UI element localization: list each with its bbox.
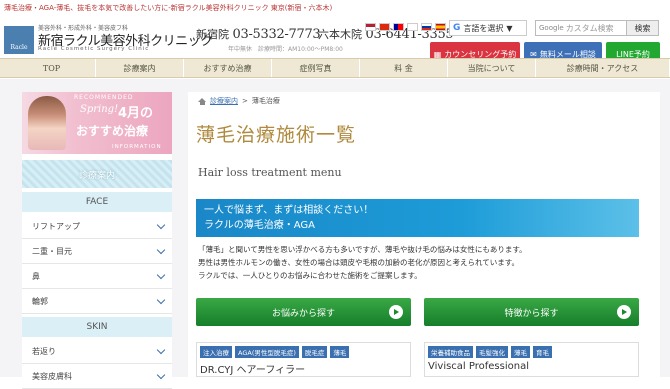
clinic-hours: 年中無休 診療時間：AM10:00〜PM8:00 bbox=[228, 46, 343, 53]
tag[interactable]: 栄養補助食品 bbox=[428, 346, 473, 358]
tag-list: 栄養補助食品 毛髪強化 薄毛 育毛 bbox=[428, 346, 635, 358]
tel-shinjuku[interactable]: 新宿院 03-5332-7773 bbox=[196, 26, 321, 42]
search-google-label: Google bbox=[539, 24, 564, 32]
intro-line: 男性は男性ホルモンの働き、女性の場合は頭皮や毛根の加齢の老化が原因と考えられてい… bbox=[198, 258, 519, 267]
arrow-right-icon bbox=[617, 305, 631, 319]
banner-spring: Spring! bbox=[80, 104, 119, 115]
ru-flag-icon[interactable] bbox=[421, 23, 432, 31]
chevron-down-icon bbox=[156, 270, 166, 280]
tag[interactable]: 薄毛 bbox=[330, 346, 350, 358]
sidebar-item-contour[interactable]: 輪郭 bbox=[22, 290, 172, 314]
nav-recommended[interactable]: おすすめ治療 bbox=[184, 59, 272, 77]
banner-title: おすすめ治療 bbox=[76, 124, 149, 138]
tag[interactable]: 薄毛 bbox=[511, 346, 530, 358]
sidebar-item-label: 若返り bbox=[32, 347, 56, 356]
tw-flag-icon[interactable] bbox=[393, 23, 404, 31]
tag[interactable]: AGA(男性型脱毛症) bbox=[235, 346, 299, 358]
cn-flag-icon[interactable] bbox=[379, 23, 390, 31]
feature-button-label: 特徴から探す bbox=[504, 308, 559, 319]
page-subtitle: Hair loss treatment menu bbox=[198, 166, 342, 179]
sidebar-item-liftup[interactable]: リフトアップ bbox=[22, 215, 172, 239]
tag[interactable]: 脱毛症 bbox=[301, 346, 328, 358]
treatment-card[interactable]: 注入治療 AGA(男性型脱毛症) 脱毛症 薄毛 DR.CYJ ヘアーフィラー bbox=[196, 342, 411, 377]
sidebar-category-face: FACE bbox=[22, 192, 172, 212]
chevron-down-icon bbox=[156, 295, 166, 305]
search-button[interactable]: 検索 bbox=[626, 21, 658, 35]
banner-information: INFORMATION bbox=[112, 144, 162, 150]
clinic-logo[interactable]: Racle bbox=[4, 26, 34, 54]
banner-recommended: RECOMMENDED bbox=[74, 94, 134, 101]
sidebar-item-rejuvenation[interactable]: 若返り bbox=[22, 340, 172, 364]
nav-price[interactable]: 料 金 bbox=[360, 59, 448, 77]
chevron-down-icon bbox=[156, 245, 166, 255]
page-title: 薄毛治療施術一覧 bbox=[196, 124, 357, 146]
site-search: Google カスタム検索 検索 bbox=[535, 20, 659, 36]
highlight-line-1: 一人で悩まず、まずは相談ください！ bbox=[204, 205, 374, 216]
banner-model-image bbox=[28, 96, 66, 150]
sidebar-item-label: 鼻 bbox=[32, 272, 40, 281]
sidebar-item-label: リフトアップ bbox=[32, 222, 80, 231]
breadcrumb-services[interactable]: 診療案内 bbox=[210, 96, 238, 106]
breadcrumb: 診療案内 > 薄毛治療 bbox=[198, 96, 280, 106]
tag[interactable]: 毛髪強化 bbox=[476, 346, 508, 358]
sidebar-item-label: 二重・目元 bbox=[32, 247, 72, 256]
chevron-down-icon: ▼ bbox=[506, 23, 513, 33]
sidebar-category-skin: SKIN bbox=[22, 317, 172, 337]
tag-list: 注入治療 AGA(男性型脱毛症) 脱毛症 薄毛 bbox=[200, 346, 407, 358]
tag[interactable]: 育毛 bbox=[533, 346, 552, 358]
search-by-worry-button[interactable]: お悩みから探す bbox=[196, 298, 411, 326]
sidebar-item-eyes[interactable]: 二重・目元 bbox=[22, 240, 172, 264]
site-header: Racle 美容外科・形成外科・美容皮フ科 新宿ラクル美容外科クリニック Rac… bbox=[0, 14, 670, 66]
nav-about[interactable]: 当院について bbox=[448, 59, 536, 77]
nav-top[interactable]: TOP bbox=[8, 59, 96, 77]
intro-text: 「薄毛」と聞いて男性を思い浮かべる方も多いですが、薄毛や抜け毛の悩みは女性にもあ… bbox=[198, 243, 527, 282]
clinic-name-en: Racle Cosmetic Surgery Clinic bbox=[38, 46, 150, 52]
highlight-line-2: ラクルの薄毛治療・AGA bbox=[204, 220, 315, 231]
tel-shinjuku-label: 新宿院 bbox=[196, 28, 229, 41]
main-content: 診療案内 > 薄毛治療 薄毛治療施術一覧 Hair loss treatment… bbox=[188, 92, 660, 377]
google-g-icon: G bbox=[453, 23, 461, 33]
nav-cases[interactable]: 症例写真 bbox=[272, 59, 360, 77]
chevron-down-icon bbox=[156, 220, 166, 230]
sidebar: RECOMMENDED Spring! 4月の おすすめ治療 INFORMATI… bbox=[22, 92, 172, 389]
treatment-name[interactable]: Viviscal Professional bbox=[428, 361, 635, 372]
arrow-right-icon bbox=[389, 305, 403, 319]
language-flags bbox=[365, 23, 446, 31]
tel-roppongi-label: 六本木院 bbox=[318, 28, 362, 41]
breadcrumb-current: 薄毛治療 bbox=[251, 97, 280, 105]
es-flag-icon[interactable] bbox=[435, 23, 446, 31]
nav-access[interactable]: 診療時間・アクセス bbox=[536, 59, 670, 77]
intro-line: 「薄毛」と聞いて男性を思い浮かべる方も多いですが、薄毛や抜け毛の悩みは女性にもあ… bbox=[198, 245, 527, 254]
search-input[interactable]: Google カスタム検索 bbox=[536, 21, 626, 35]
breadcrumb-separator: > bbox=[242, 97, 248, 105]
translate-select[interactable]: G 言語を選択 ▼ bbox=[449, 20, 527, 36]
nav-services[interactable]: 診療案内 bbox=[96, 59, 184, 77]
banner-month: 4月の bbox=[118, 106, 154, 121]
home-icon[interactable] bbox=[198, 97, 206, 105]
treatment-card[interactable]: 栄養補助食品 毛髪強化 薄毛 育毛 Viviscal Professional bbox=[424, 342, 639, 377]
intro-line: ラクルでは、一人ひとりのお悩みに合わせた施術をご提案します。 bbox=[198, 271, 422, 280]
consult-highlight-box: 一人で悩まず、まずは相談ください！ ラクルの薄毛治療・AGA bbox=[196, 199, 639, 237]
sidebar-item-nose[interactable]: 鼻 bbox=[22, 265, 172, 289]
global-nav: TOP 診療案内 おすすめ治療 症例写真 料 金 当院について 診療時間・アクセ… bbox=[0, 58, 670, 78]
tel-shinjuku-number: 03-5332-7773 bbox=[232, 27, 321, 42]
worry-button-label: お悩みから探す bbox=[271, 308, 335, 319]
sidebar-item-label: 輪郭 bbox=[32, 297, 48, 306]
search-by-feature-button[interactable]: 特徴から探す bbox=[424, 298, 639, 326]
recommended-banner[interactable]: RECOMMENDED Spring! 4月の おすすめ治療 INFORMATI… bbox=[22, 92, 172, 154]
sidebar-item-dermatology[interactable]: 美容皮膚科 bbox=[22, 365, 172, 389]
page-tagline: 薄毛治療・AGA-薄毛、抜毛を本気で改善したい方に-新宿ラクル美容外科クリニック… bbox=[0, 0, 670, 14]
kr-flag-icon[interactable] bbox=[407, 23, 418, 31]
us-flag-icon[interactable] bbox=[365, 23, 376, 31]
sidebar-menu-heading: 診療案内 bbox=[22, 160, 172, 188]
translate-label: 言語を選択 bbox=[463, 23, 504, 33]
chevron-down-icon bbox=[156, 345, 166, 355]
treatment-name[interactable]: DR.CYJ ヘアーフィラー bbox=[200, 361, 407, 376]
tag[interactable]: 注入治療 bbox=[200, 346, 232, 358]
chevron-down-icon bbox=[156, 370, 166, 380]
search-placeholder: カスタム検索 bbox=[565, 23, 614, 33]
